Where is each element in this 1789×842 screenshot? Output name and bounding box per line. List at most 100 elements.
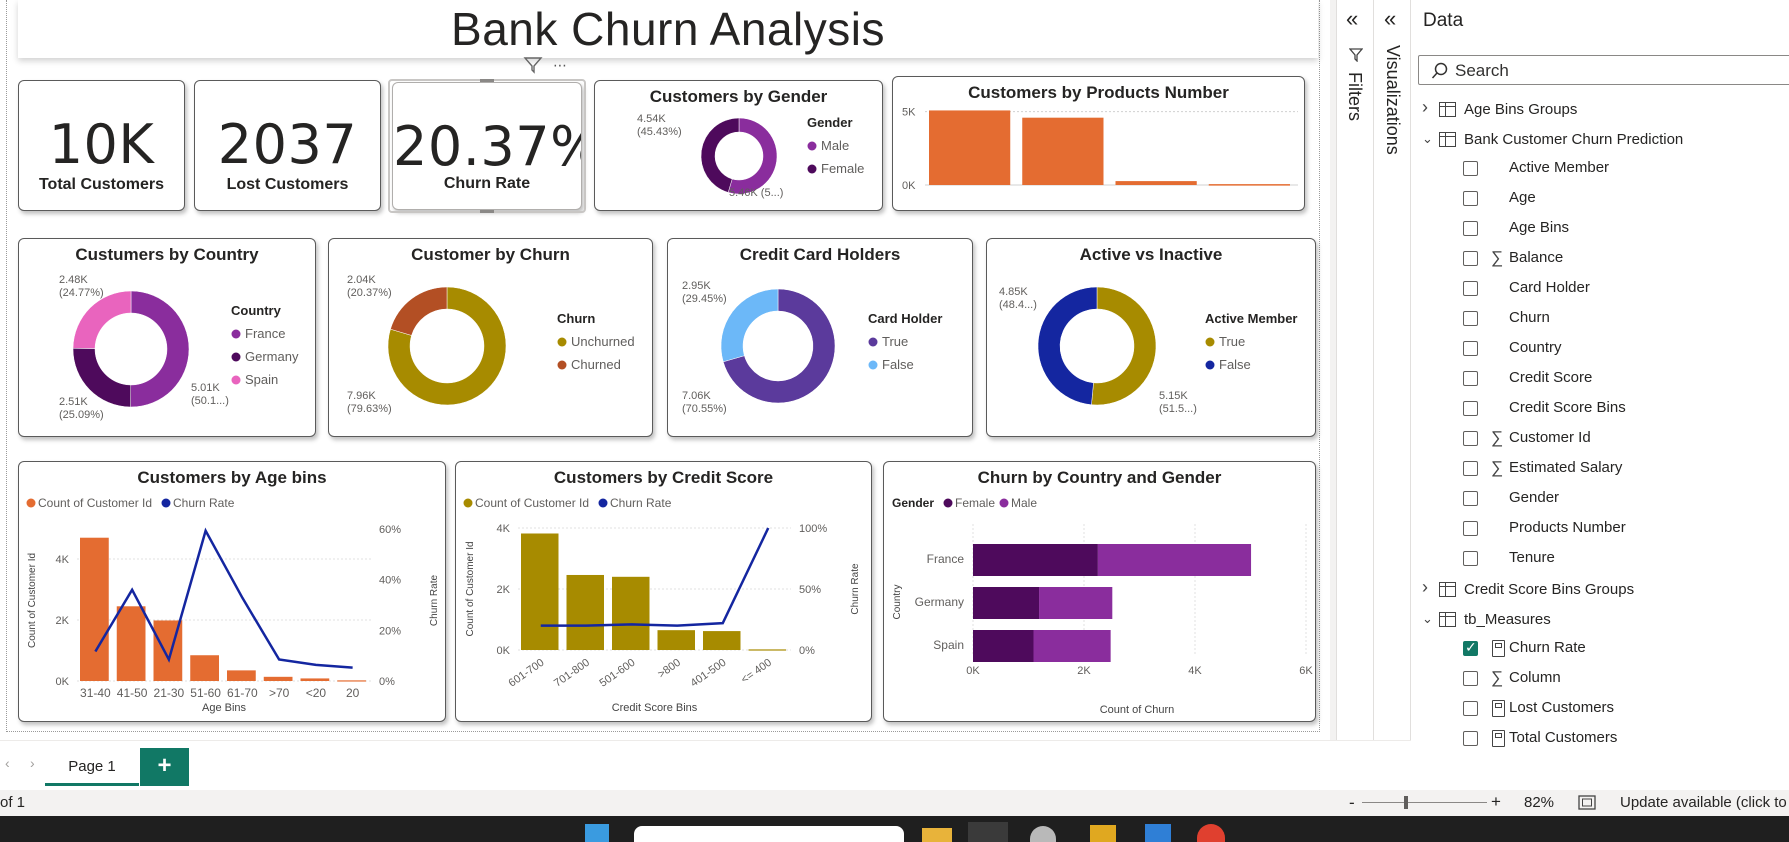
chart-svg: 5.01K(50.1...) 2.51K(25.09%) 2.48K(24.77%)…: [59, 274, 299, 421]
field-item[interactable]: ∑ Column: [1411, 666, 1789, 692]
field-item[interactable]: Age: [1411, 186, 1789, 212]
chart-credit-card-holders[interactable]: Credit Card Holders 7.06K (70.55%) 2.95K (2…: [667, 238, 973, 437]
collapse-visualizations-icon[interactable]: «: [1384, 6, 1396, 32]
chevron-right-icon[interactable]: ›: [1422, 97, 1428, 118]
field-checkbox[interactable]: [1463, 521, 1478, 536]
chart-customers-by-country[interactable]: Custumers by Country 5.01K (50.1...) 2.51K…: [18, 238, 316, 437]
more-options-icon[interactable]: ⋯: [553, 57, 567, 74]
start-icon[interactable]: [585, 824, 609, 842]
taskbar-search-box[interactable]: [634, 826, 904, 842]
field-item[interactable]: Lost Customers: [1411, 696, 1789, 722]
add-page-button[interactable]: +: [140, 748, 189, 786]
bar-segment-female: [973, 630, 1034, 662]
report-title-box[interactable]: Bank Churn Analysis: [18, 0, 1318, 58]
field-item[interactable]: Active Member: [1411, 156, 1789, 182]
table-node[interactable]: › Credit Score Bins Groups: [1411, 577, 1789, 604]
field-name: Age Bins: [1509, 219, 1570, 236]
field-checkbox[interactable]: [1463, 401, 1478, 416]
field-checkbox[interactable]: [1463, 341, 1478, 356]
field-item[interactable]: ∑ Balance: [1411, 246, 1789, 272]
field-item[interactable]: Total Customers: [1411, 726, 1789, 752]
field-item[interactable]: ∑ Customer Id: [1411, 426, 1789, 452]
collapse-filters-icon[interactable]: «: [1346, 6, 1358, 32]
filter-icon[interactable]: [523, 56, 543, 74]
chevron-down-icon[interactable]: ⌄: [1422, 611, 1433, 627]
field-checkbox[interactable]: [1463, 461, 1478, 476]
zoom-in-button[interactable]: +: [1491, 792, 1501, 812]
chevron-down-icon[interactable]: ⌄: [1422, 131, 1433, 147]
chart-customer-by-churn[interactable]: Customer by Churn 7.96K (79.63%) 2.04K (20.…: [328, 238, 653, 437]
fit-to-page-icon[interactable]: [1578, 795, 1596, 810]
field-item[interactable]: Tenure: [1411, 546, 1789, 572]
calculator-icon: [1492, 640, 1505, 657]
field-item[interactable]: Churn Rate: [1411, 636, 1789, 662]
visual-header: ⋯: [523, 56, 567, 74]
folder-app-icon[interactable]: [1090, 825, 1116, 842]
field-item[interactable]: Age Bins: [1411, 216, 1789, 242]
field-checkbox[interactable]: [1463, 671, 1478, 686]
chart-customers-by-age-bins[interactable]: Customers by Age bins Count of Customer …: [18, 461, 446, 722]
kpi-card-lost-customers[interactable]: 2037 Lost Customers: [194, 80, 381, 211]
power-bi-taskbar-icon[interactable]: [968, 822, 1008, 842]
update-available-notice[interactable]: Update available (click to: [1620, 794, 1787, 811]
visualizations-label[interactable]: Visualizations: [1382, 45, 1403, 155]
zoom-slider-track[interactable]: [1362, 802, 1487, 803]
search-icon: [1431, 62, 1448, 79]
bar: [337, 680, 366, 682]
data-label: 7.96K: [347, 390, 376, 402]
legend-title: Churn: [557, 311, 595, 326]
field-checkbox[interactable]: [1463, 191, 1478, 206]
visualizations-pane[interactable]: « Visualizations: [1373, 0, 1411, 740]
zoom-out-button[interactable]: -: [1349, 793, 1355, 813]
field-checkbox[interactable]: [1463, 221, 1478, 236]
prev-page-icon[interactable]: ‹: [5, 755, 10, 771]
table-icon: [1439, 132, 1456, 147]
data-label: 2.04K: [347, 274, 376, 286]
field-item[interactable]: Card Holder: [1411, 276, 1789, 302]
field-item[interactable]: Gender: [1411, 486, 1789, 512]
field-item[interactable]: ∑ Estimated Salary: [1411, 456, 1789, 482]
resize-handle[interactable]: [480, 79, 494, 82]
field-checkbox[interactable]: [1463, 701, 1478, 716]
page-tab-page-1[interactable]: Page 1: [45, 750, 139, 786]
zoom-slider-thumb[interactable]: [1403, 796, 1408, 809]
kpi-card-total-customers[interactable]: 10K Total Customers: [18, 80, 185, 211]
resize-handle[interactable]: [480, 210, 494, 213]
field-checkbox[interactable]: [1463, 281, 1478, 296]
field-item[interactable]: Products Number: [1411, 516, 1789, 542]
chevron-right-icon[interactable]: ›: [1422, 577, 1428, 598]
field-item[interactable]: Credit Score: [1411, 366, 1789, 392]
data-search-input[interactable]: Search: [1418, 55, 1789, 85]
table-name: Credit Score Bins Groups: [1464, 581, 1635, 598]
field-checkbox[interactable]: [1463, 731, 1478, 746]
legend-marker: [999, 498, 1009, 508]
clock-app-icon[interactable]: [1030, 826, 1056, 842]
file-explorer-icon[interactable]: [922, 828, 952, 842]
filters-pane[interactable]: « Filters: [1336, 0, 1373, 740]
chart-customers-by-gender[interactable]: Customers by Gender 5.46K (5...) 4.54K (45…: [594, 80, 883, 211]
field-checkbox[interactable]: [1463, 639, 1478, 656]
chart-active-vs-inactive[interactable]: Active vs Inactive 5.15K (51.5...) 4.85K (4…: [986, 238, 1316, 437]
field-checkbox[interactable]: [1463, 161, 1478, 176]
field-item[interactable]: Credit Score Bins: [1411, 396, 1789, 422]
table-node[interactable]: ⌄ tb_Measures: [1411, 608, 1789, 634]
field-checkbox[interactable]: [1463, 431, 1478, 446]
table-node[interactable]: ⌄ Bank Customer Churn Prediction: [1411, 128, 1789, 154]
chart-churn-by-country-and-gender[interactable]: Churn by Country and Gender Gender Female…: [883, 461, 1316, 722]
field-item[interactable]: Churn: [1411, 306, 1789, 332]
bar: [612, 576, 650, 650]
field-checkbox[interactable]: [1463, 371, 1478, 386]
field-checkbox[interactable]: [1463, 551, 1478, 566]
field-checkbox[interactable]: [1463, 251, 1478, 266]
legend-item: Churn Rate: [610, 496, 672, 510]
chart-customers-by-products-number[interactable]: Customers by Products Number 5K 0K: [892, 76, 1305, 211]
vscode-icon[interactable]: [1145, 824, 1171, 842]
field-checkbox[interactable]: [1463, 311, 1478, 326]
filters-label[interactable]: Filters: [1344, 72, 1365, 121]
table-node[interactable]: › Age Bins Groups: [1411, 97, 1789, 124]
field-checkbox[interactable]: [1463, 491, 1478, 506]
field-item[interactable]: Country: [1411, 336, 1789, 362]
browser-icon[interactable]: [1197, 824, 1225, 842]
next-page-icon[interactable]: ›: [30, 755, 35, 771]
chart-customers-by-credit-score[interactable]: Customers by Credit Score Count of Custo…: [455, 461, 872, 722]
